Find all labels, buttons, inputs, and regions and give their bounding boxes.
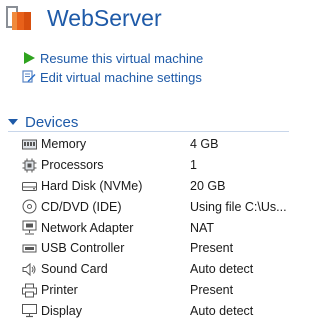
resume-vm-label: Resume this virtual machine bbox=[40, 50, 204, 66]
device-row-sound-card[interactable]: Sound Card Auto detect bbox=[0, 259, 289, 280]
sound-card-icon bbox=[22, 262, 36, 276]
cd-dvd-icon bbox=[22, 199, 37, 214]
device-row-usb-controller[interactable]: USB Controller Present bbox=[0, 238, 289, 259]
device-name: Memory bbox=[41, 137, 87, 152]
edit-vm-settings-link[interactable]: Edit virtual machine settings bbox=[22, 68, 202, 86]
hard-disk-icon bbox=[22, 181, 37, 191]
device-value: Auto detect bbox=[190, 303, 254, 318]
device-value: Auto detect bbox=[190, 262, 254, 277]
device-row-cd-dvd[interactable]: CD/DVD (IDE) Using file C:\Us... bbox=[0, 196, 289, 217]
device-value: 4 GB bbox=[190, 137, 219, 152]
edit-settings-icon bbox=[22, 70, 36, 83]
section-divider bbox=[8, 131, 289, 132]
device-value: 1 bbox=[190, 158, 197, 173]
device-value: 20 GB bbox=[190, 178, 226, 193]
resume-vm-link[interactable]: Resume this virtual machine bbox=[22, 49, 203, 67]
device-value: Using file C:\Us... bbox=[190, 199, 287, 214]
device-row-processors[interactable]: Processors 1 bbox=[0, 155, 289, 176]
vm-title: WebServer bbox=[47, 5, 162, 31]
device-row-display[interactable]: Display Auto detect bbox=[0, 300, 289, 321]
device-row-hard-disk[interactable]: Hard Disk (NVMe) 20 GB bbox=[0, 176, 289, 197]
device-row-printer[interactable]: Printer Present bbox=[0, 280, 289, 301]
device-name: Processors bbox=[41, 158, 104, 173]
chevron-down-icon bbox=[8, 119, 18, 125]
device-name: Sound Card bbox=[41, 262, 108, 277]
vm-icon bbox=[6, 6, 31, 30]
processor-icon bbox=[22, 158, 37, 173]
play-icon bbox=[24, 52, 35, 64]
device-list: Memory 4 GB Processors 1 Hard Disk (NVMe… bbox=[0, 134, 289, 321]
device-name: CD/DVD (IDE) bbox=[41, 199, 122, 214]
printer-icon bbox=[22, 283, 37, 298]
display-icon bbox=[22, 304, 37, 318]
device-row-memory[interactable]: Memory 4 GB bbox=[0, 134, 289, 155]
device-value: NAT bbox=[190, 220, 215, 235]
device-name: Printer bbox=[41, 282, 78, 297]
devices-section-toggle[interactable]: Devices bbox=[8, 112, 78, 132]
device-name: Network Adapter bbox=[41, 220, 134, 235]
device-name: Display bbox=[41, 303, 82, 318]
vm-header: WebServer bbox=[0, 0, 289, 42]
device-name: Hard Disk (NVMe) bbox=[41, 178, 143, 193]
device-name: USB Controller bbox=[41, 241, 125, 256]
device-row-network-adapter[interactable]: Network Adapter NAT bbox=[0, 217, 289, 238]
device-value: Present bbox=[190, 241, 234, 256]
device-value: Present bbox=[190, 282, 234, 297]
usb-icon bbox=[22, 244, 37, 253]
devices-section-label: Devices bbox=[25, 113, 79, 131]
edit-vm-settings-label: Edit virtual machine settings bbox=[40, 69, 202, 85]
network-adapter-icon bbox=[22, 220, 37, 235]
memory-icon bbox=[22, 139, 37, 150]
